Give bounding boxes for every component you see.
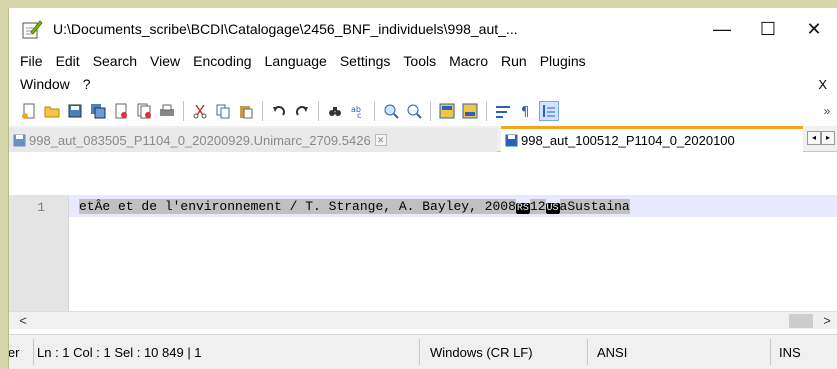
menu-tools[interactable]: Tools [403, 50, 436, 73]
save-icon[interactable] [65, 101, 85, 121]
tab-scroll-right-icon[interactable]: ▸ [821, 131, 835, 145]
menu-language[interactable]: Language [265, 50, 327, 73]
menu-search[interactable]: Search [93, 50, 137, 73]
close-all-icon[interactable] [134, 101, 154, 121]
line-number: 1 [37, 200, 45, 215]
tab-bar: 998_aut_083505_P1104_0_20200929.Unimarc_… [9, 126, 837, 152]
control-char-rs: RS [515, 203, 530, 214]
toolbar-separator [262, 101, 263, 121]
notepad-app-icon [21, 19, 43, 39]
control-char-us: US [545, 203, 560, 214]
status-language: ler [8, 345, 20, 360]
toolbar-separator [486, 101, 487, 121]
maximize-button[interactable]: ☐ [745, 8, 791, 50]
toolbar-separator [430, 101, 431, 121]
new-file-icon[interactable] [19, 101, 39, 121]
scroll-right-arrow-icon[interactable]: > [819, 313, 835, 329]
status-eol: Windows (CR LF) [430, 345, 533, 360]
paste-icon[interactable] [236, 101, 256, 121]
save-all-icon[interactable] [88, 101, 108, 121]
tab-close-icon[interactable]: ✕ [374, 134, 387, 146]
status-separator [587, 339, 588, 365]
editor-text-line[interactable]: etÂe et de l'environnement / T. Strange,… [79, 199, 630, 214]
menu-macro[interactable]: Macro [449, 50, 488, 73]
menu-view[interactable]: View [150, 50, 180, 73]
menu-bar: File Edit Search View Encoding Language … [9, 50, 837, 96]
menu-plugins[interactable]: Plugins [540, 50, 586, 73]
find-icon[interactable] [325, 101, 345, 121]
toolbar-separator [183, 101, 184, 121]
editor-area[interactable]: 1 etÂe et de l'environnement / T. Strang… [9, 195, 837, 329]
tab-scroll-left-icon[interactable]: ◂ [807, 131, 821, 145]
menu-help[interactable]: ? [83, 73, 91, 96]
selected-text: aSustaina [559, 199, 630, 214]
toolbar-separator [318, 101, 319, 121]
svg-text:¶: ¶ [521, 105, 529, 119]
saved-file-icon [505, 134, 518, 147]
title-bar: U:\Documents_scribe\BCDI\Catalogage\2456… [9, 8, 837, 50]
tab-document-2[interactable]: 998_aut_100512_P1104_0_2020100 [501, 126, 803, 152]
menu-settings[interactable]: Settings [340, 50, 391, 73]
close-file-icon[interactable] [111, 101, 131, 121]
menu-encoding[interactable]: Encoding [193, 50, 251, 73]
status-separator [770, 339, 771, 365]
toolbar: ab c ¶ » [9, 96, 837, 126]
zoom-in-icon[interactable] [381, 101, 401, 121]
zoom-out-icon[interactable] [404, 101, 424, 121]
status-position: Ln : 1 Col : 1 Sel : 10 849 | 1 [37, 345, 202, 360]
undo-icon[interactable] [269, 101, 289, 121]
status-bar: ler Ln : 1 Col : 1 Sel : 10 849 | 1 Wind… [9, 334, 837, 369]
menu-file[interactable]: File [20, 50, 43, 73]
svg-text:c: c [357, 111, 361, 119]
scroll-left-arrow-icon[interactable]: < [15, 313, 31, 329]
minimize-button[interactable]: — [699, 8, 745, 50]
notepadpp-window: U:\Documents_scribe\BCDI\Catalogage\2456… [8, 8, 837, 369]
replace-icon[interactable]: ab c [348, 101, 368, 121]
status-encoding: ANSI [597, 345, 628, 360]
selected-text: 12 [529, 199, 546, 214]
menu-run[interactable]: Run [501, 50, 527, 73]
show-all-chars-icon[interactable]: ¶ [516, 101, 536, 121]
scrollbar-thumb[interactable] [789, 314, 813, 328]
sync-horizontal-icon[interactable] [460, 101, 480, 121]
word-wrap-icon[interactable] [493, 101, 513, 121]
horizontal-scrollbar[interactable]: < > [9, 311, 837, 329]
tab-label: 998_aut_100512_P1104_0_2020100 [521, 133, 735, 148]
toolbar-separator [374, 101, 375, 121]
tab-document-1[interactable]: 998_aut_083505_P1104_0_20200929.Unimarc_… [9, 128, 497, 152]
window-title: U:\Documents_scribe\BCDI\Catalogage\2456… [53, 21, 518, 37]
line-number-gutter: 1 [9, 195, 69, 311]
selected-text: etÂe et de l'environnement / T. Strange,… [79, 199, 516, 214]
indent-guide-icon[interactable] [539, 101, 559, 121]
toolbar-overflow-button[interactable]: » [817, 101, 837, 121]
open-file-icon[interactable] [42, 101, 62, 121]
menu-window[interactable]: Window [20, 73, 70, 96]
status-separator [33, 339, 34, 365]
close-document-button[interactable]: X [818, 73, 827, 96]
tab-label: 998_aut_083505_P1104_0_20200929.Unimarc_… [29, 132, 371, 148]
close-window-button[interactable]: ✕ [791, 8, 837, 50]
copy-icon[interactable] [213, 101, 233, 121]
menu-edit[interactable]: Edit [56, 50, 80, 73]
redo-icon[interactable] [292, 101, 312, 121]
saved-file-icon [13, 134, 26, 146]
status-insert-mode: INS [779, 345, 801, 360]
print-icon[interactable] [157, 101, 177, 121]
cut-icon[interactable] [190, 101, 210, 121]
sync-vertical-icon[interactable] [437, 101, 457, 121]
status-separator [419, 339, 420, 365]
